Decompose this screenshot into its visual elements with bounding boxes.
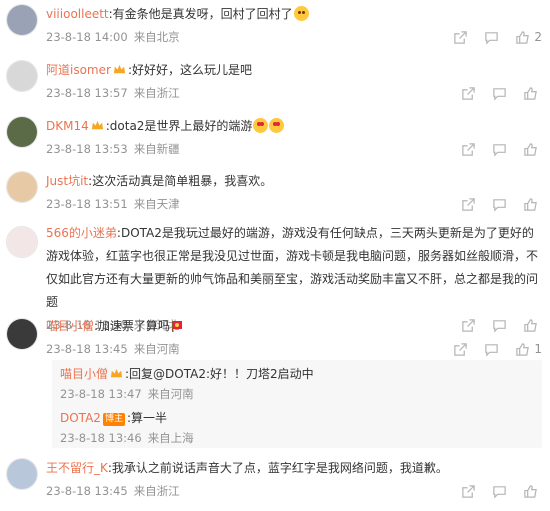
comment-text: 566的小迷弟:DOTA2是我玩过最好的端游，游戏没有任何缺点，三天两头更新是为… [46,222,538,314]
reply-text: 喵目小僧 :回复@DOTA2:好！！刀塔2启动中 [60,364,534,384]
comment-content: :我承认之前说话声音大了点，蓝字红字是我网络问题，我道歉。 [107,461,448,475]
like-count: 2 [534,30,542,44]
comment-meta: 23-8-18 13:45 来自河南 1 [46,338,542,360]
share-icon[interactable] [460,196,476,212]
reply-meta: 23-8-18 13:46 来自上海 [60,428,534,448]
avatar[interactable] [6,116,38,148]
username-link[interactable]: 阿道isomer [46,63,111,77]
like-icon[interactable] [514,341,530,357]
username-link[interactable]: Just坑it [46,174,88,188]
avatar[interactable] [6,226,38,258]
like-icon[interactable] [514,29,530,45]
comment-location: 来自浙江 [133,484,180,498]
comment-icon[interactable] [491,85,507,101]
like-icon[interactable] [522,483,538,499]
share-icon[interactable] [460,483,476,499]
comment-time: 23-8-18 13:45 [46,342,128,356]
reply-meta: 23-8-18 13:47 来自河南 [60,384,534,404]
comment-actions: 1 [437,338,542,360]
comment-text: Just坑it:这次活动真是简单粗暴，我喜欢。 [46,169,542,193]
heart-eyes-emoji-icon [269,118,285,133]
comment-location: 来自天津 [133,197,180,211]
comment-location: 来自河南 [133,342,180,356]
comment-time: 23-8-18 14:00 [46,30,128,44]
username-link[interactable]: 喵目小僧 [46,319,94,333]
comment-time: 23-8-18 13:57 [46,86,128,100]
comment-content: :这次活动真是简单粗暴，我喜欢。 [88,174,273,188]
comment-text: 喵目小僧:加速票了算吗 [46,314,542,338]
comment-meta: 23-8-18 13:57 来自浙江 [46,82,542,104]
avatar[interactable] [6,318,38,350]
reply-location: 来自河南 [147,387,194,401]
reply-location: 来自上海 [147,431,194,445]
reply-item: 喵目小僧 :回复@DOTA2:好！！刀塔2启动中 23-8-18 13:47 来自河… [60,360,534,404]
emoji-icon [293,6,309,21]
comment-icon[interactable] [491,141,507,157]
comment-icon[interactable] [491,196,507,212]
heart-eyes-emoji-icon [253,118,269,133]
comment-location: 来自浙江 [133,86,180,100]
username-link[interactable]: DOTA2 [60,411,101,425]
comment-text: 王不留行_K:我承认之前说话声音大了点，蓝字红字是我网络问题，我道歉。 [46,456,542,480]
share-icon[interactable] [460,141,476,157]
comment-time: 23-8-18 13:51 [46,197,128,211]
author-badge: 博主 [102,413,125,426]
comment-location: 来自新疆 [133,142,180,156]
reply-time: 23-8-18 13:46 [60,431,142,445]
comment-time: 23-8-18 13:45 [46,484,128,498]
comment-icon[interactable] [483,341,499,357]
comment-location: 来自北京 [133,30,180,44]
avatar[interactable] [6,60,38,92]
avatar[interactable] [6,458,38,490]
comment-text: 阿道isomer :好好好，这么玩儿是吧 [46,58,542,82]
share-icon[interactable] [452,29,468,45]
comment-content: :加速票了算吗 [94,319,171,333]
share-icon[interactable] [460,85,476,101]
comment-meta: 23-8-18 14:00 来自北京 2 [46,26,542,48]
avatar[interactable] [6,171,38,203]
comment-actions [445,82,542,104]
username-link[interactable]: 566的小迷弟 [46,226,117,240]
reply-text: DOTA2 博主:算一半 [60,408,534,428]
comment-actions [445,193,542,215]
comment-meta: 23-8-18 13:45 来自浙江 [46,480,542,502]
username-link[interactable]: DKM14 [46,119,89,133]
like-icon[interactable] [522,85,538,101]
username-link[interactable]: viiioolleett [46,7,109,21]
avatar[interactable] [6,4,38,36]
reply-list: 喵目小僧 :回复@DOTA2:好！！刀塔2启动中 23-8-18 13:47 来自河… [52,360,542,448]
comment-text: DKM14 :dota2是世界上最好的端游 [46,114,542,138]
crown-badge-icon [113,64,126,74]
comment-actions [445,480,542,502]
reply-item: DOTA2 博主:算一半 23-8-18 13:46 来自上海 [60,404,534,448]
comment-icon[interactable] [483,29,499,45]
username-link[interactable]: 王不留行_K [46,461,108,475]
reply-content: :回复@DOTA2:好！！刀塔2启动中 [125,367,314,381]
crown-badge-icon [91,120,103,130]
flag-emoji-icon [172,321,183,332]
like-count: 1 [534,342,542,356]
reply-content: :算一半 [126,411,167,425]
comment-meta: 23-8-18 13:51 来自天津 [46,193,542,215]
comment-time: 23-8-18 13:53 [46,142,128,156]
comment-content: :DOTA2是我玩过最好的端游，游戏没有任何缺点，三天两头更新是为了更好的游戏体… [46,226,539,309]
share-icon[interactable] [452,341,468,357]
crown-badge-icon [110,368,123,378]
comment-actions: 2 [437,26,542,48]
comment-icon[interactable] [491,483,507,499]
like-icon[interactable] [522,141,538,157]
comment-actions [445,138,542,160]
like-icon[interactable] [522,196,538,212]
comment-content: :好好好，这么玩儿是吧 [127,63,252,77]
comment-content: :dota2是世界上最好的端游 [105,119,253,133]
comment-text: viiioolleett:有金条他是真发呀，回村了回村了 [46,2,542,26]
username-link[interactable]: 喵目小僧 [60,367,108,381]
comment-meta: 23-8-18 13:53 来自新疆 [46,138,542,160]
comment-content: :有金条他是真发呀，回村了回村了 [108,7,293,21]
reply-time: 23-8-18 13:47 [60,387,142,401]
